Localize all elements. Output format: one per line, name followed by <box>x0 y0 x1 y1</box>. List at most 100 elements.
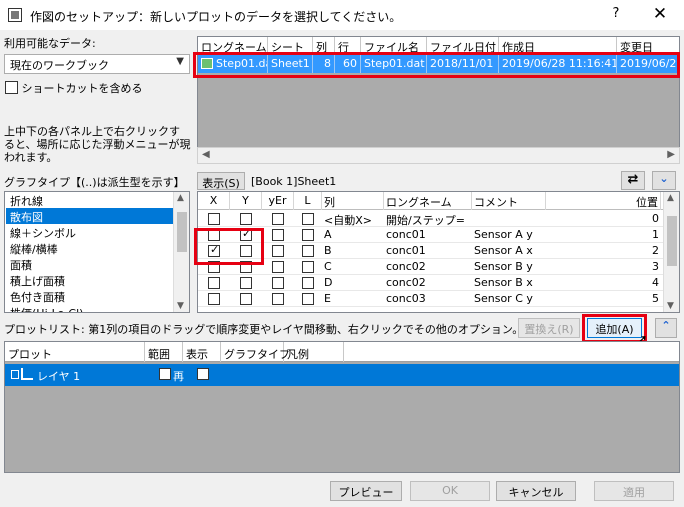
y-checkbox[interactable] <box>240 277 252 289</box>
column-comment: Sensor A y <box>474 228 533 241</box>
help-button[interactable]: ? <box>606 6 626 24</box>
chevron-down-icon: ▼ <box>176 56 184 67</box>
close-button[interactable]: ✕ <box>646 4 674 26</box>
col-header-comment[interactable]: コメント <box>472 192 546 210</box>
col-header-l[interactable]: L <box>294 192 322 210</box>
plot-col-show[interactable]: 表示 <box>183 342 221 362</box>
files-horizontal-scrollbar[interactable]: ◀ ▶ <box>197 147 680 164</box>
list-item[interactable]: 積上げ面積 <box>6 272 174 288</box>
show-button[interactable]: 表示(S) <box>197 172 245 190</box>
graph-type-list[interactable]: 折れ線 散布図 線＋シンボル 縦棒/横棒 面積 積上げ面積 色付き面積 株価(H… <box>4 191 190 313</box>
l-checkbox[interactable] <box>302 245 314 257</box>
columns-scrollbar[interactable]: ▲ ▼ <box>663 192 679 312</box>
show-checkbox[interactable] <box>197 366 209 380</box>
list-item[interactable]: 面積 <box>6 256 174 272</box>
range-checkbox[interactable] <box>159 366 171 380</box>
plot-col-plot[interactable]: プロット <box>5 342 145 362</box>
y-checkbox[interactable] <box>240 213 252 225</box>
scroll-thumb[interactable] <box>177 212 187 252</box>
column-position: 4 <box>652 276 659 289</box>
col-header-position[interactable]: 位置 <box>546 192 661 210</box>
swap-icon: ⇄ <box>627 172 639 187</box>
help-text-line-3: われます。 <box>4 151 58 164</box>
l-checkbox[interactable] <box>302 229 314 241</box>
col-header-longname[interactable]: ロングネーム <box>384 192 472 210</box>
swap-button[interactable]: ⇄ <box>621 171 645 190</box>
column-name: E <box>324 292 331 305</box>
shortcut-checkbox-row[interactable]: ショートカットを含める <box>5 80 143 96</box>
table-row[interactable]: E conc03 Sensor C y 5 <box>198 291 679 307</box>
table-row[interactable]: C conc02 Sensor B y 3 <box>198 259 679 275</box>
column-position: 5 <box>652 292 659 305</box>
collapse-button[interactable]: ⌃ <box>655 318 677 338</box>
list-item[interactable]: 散布図 <box>6 208 174 224</box>
layer-name: レイヤ 1 <box>37 370 81 383</box>
column-longname: conc03 <box>386 292 426 305</box>
scroll-thumb[interactable] <box>667 216 677 266</box>
yerr-checkbox[interactable] <box>272 261 284 273</box>
scroll-up-icon[interactable]: ▲ <box>177 193 184 203</box>
shortcut-checkbox[interactable] <box>5 81 18 94</box>
scroll-right-icon[interactable]: ▶ <box>667 149 675 160</box>
scroll-up-icon[interactable]: ▲ <box>667 193 674 203</box>
replace-button[interactable]: 置換え(R) <box>518 318 580 338</box>
column-position: 2 <box>652 244 659 257</box>
expand-button[interactable]: ⌄ <box>652 171 676 190</box>
yerr-checkbox[interactable] <box>272 245 284 257</box>
l-checkbox[interactable] <box>302 293 314 305</box>
yerr-checkbox[interactable] <box>272 229 284 241</box>
table-row[interactable]: <自動X> 開始/ステップ= 0 <box>198 211 679 227</box>
list-item[interactable]: 縦棒/横棒 <box>6 240 174 256</box>
highlight-box-xy-checks <box>194 228 264 265</box>
yerr-checkbox[interactable] <box>272 277 284 289</box>
col-header-yerr[interactable]: yEr <box>262 192 294 210</box>
list-item[interactable]: 線＋シンボル <box>6 224 174 240</box>
list-item[interactable]: 株価(Hi-Lo-Cl) <box>6 304 174 312</box>
preview-button[interactable]: プレビュー <box>330 481 402 501</box>
l-checkbox[interactable] <box>302 261 314 273</box>
columns-table-header: X Y yEr L 列 ロングネーム コメント 位置 <box>198 192 679 210</box>
plot-col-legend[interactable]: 凡例 <box>284 342 344 362</box>
plot-col-range[interactable]: 範囲 <box>145 342 183 362</box>
plot-list-header: プロット 範囲 表示 グラフタイプ 凡例 <box>5 342 679 362</box>
plot-list[interactable]: プロット 範囲 表示 グラフタイプ 凡例 レイヤ 1 再 <box>4 341 680 473</box>
column-comment: Sensor C y <box>474 292 533 305</box>
y-checkbox[interactable] <box>240 293 252 305</box>
plot-col-graphtype[interactable]: グラフタイプ <box>221 342 290 362</box>
x-checkbox[interactable] <box>208 293 220 305</box>
yerr-checkbox[interactable] <box>272 213 284 225</box>
scroll-down-icon[interactable]: ▼ <box>177 301 184 311</box>
column-position: 0 <box>652 212 659 225</box>
graph-type-label: グラフタイプ【(..)は派生型を示す】 <box>4 176 185 189</box>
column-position: 1 <box>652 228 659 241</box>
table-row[interactable]: レイヤ 1 再 <box>5 364 679 386</box>
ok-button[interactable]: OK <box>410 481 490 501</box>
graph-type-scrollbar[interactable]: ▲ ▼ <box>173 192 189 312</box>
cancel-button[interactable]: キャンセル <box>496 481 576 501</box>
yerr-checkbox[interactable] <box>272 293 284 305</box>
x-checkbox[interactable] <box>208 213 220 225</box>
table-row[interactable]: A conc01 Sensor A y 1 <box>198 227 679 243</box>
table-row[interactable]: D conc02 Sensor B x 4 <box>198 275 679 291</box>
scroll-down-icon[interactable]: ▼ <box>667 301 674 311</box>
tree-toggle-icon[interactable] <box>11 370 19 379</box>
apply-button[interactable]: 適用 <box>594 481 674 501</box>
l-checkbox[interactable] <box>302 213 314 225</box>
column-longname: conc02 <box>386 260 426 273</box>
x-checkbox[interactable] <box>208 277 220 289</box>
columns-table[interactable]: X Y yEr L 列 ロングネーム コメント 位置 <自動X> 開始/ステップ… <box>197 191 680 313</box>
table-row[interactable]: B conc01 Sensor A x 2 <box>198 243 679 259</box>
col-header-x[interactable]: X <box>198 192 230 210</box>
available-data-value: 現在のワークブック <box>10 59 109 72</box>
l-checkbox[interactable] <box>302 277 314 289</box>
chevron-up-icon: ⌃ <box>661 319 671 332</box>
scroll-left-icon[interactable]: ◀ <box>202 149 210 160</box>
column-longname: 開始/ステップ= <box>386 214 465 227</box>
available-data-dropdown[interactable]: 現在のワークブック ▼ <box>4 54 190 74</box>
column-comment: Sensor B y <box>474 260 533 273</box>
list-item[interactable]: 折れ線 <box>6 192 174 208</box>
col-header-column[interactable]: 列 <box>322 192 384 210</box>
column-longname: conc01 <box>386 244 426 257</box>
list-item[interactable]: 色付き面積 <box>6 288 174 304</box>
col-header-y[interactable]: Y <box>230 192 262 210</box>
